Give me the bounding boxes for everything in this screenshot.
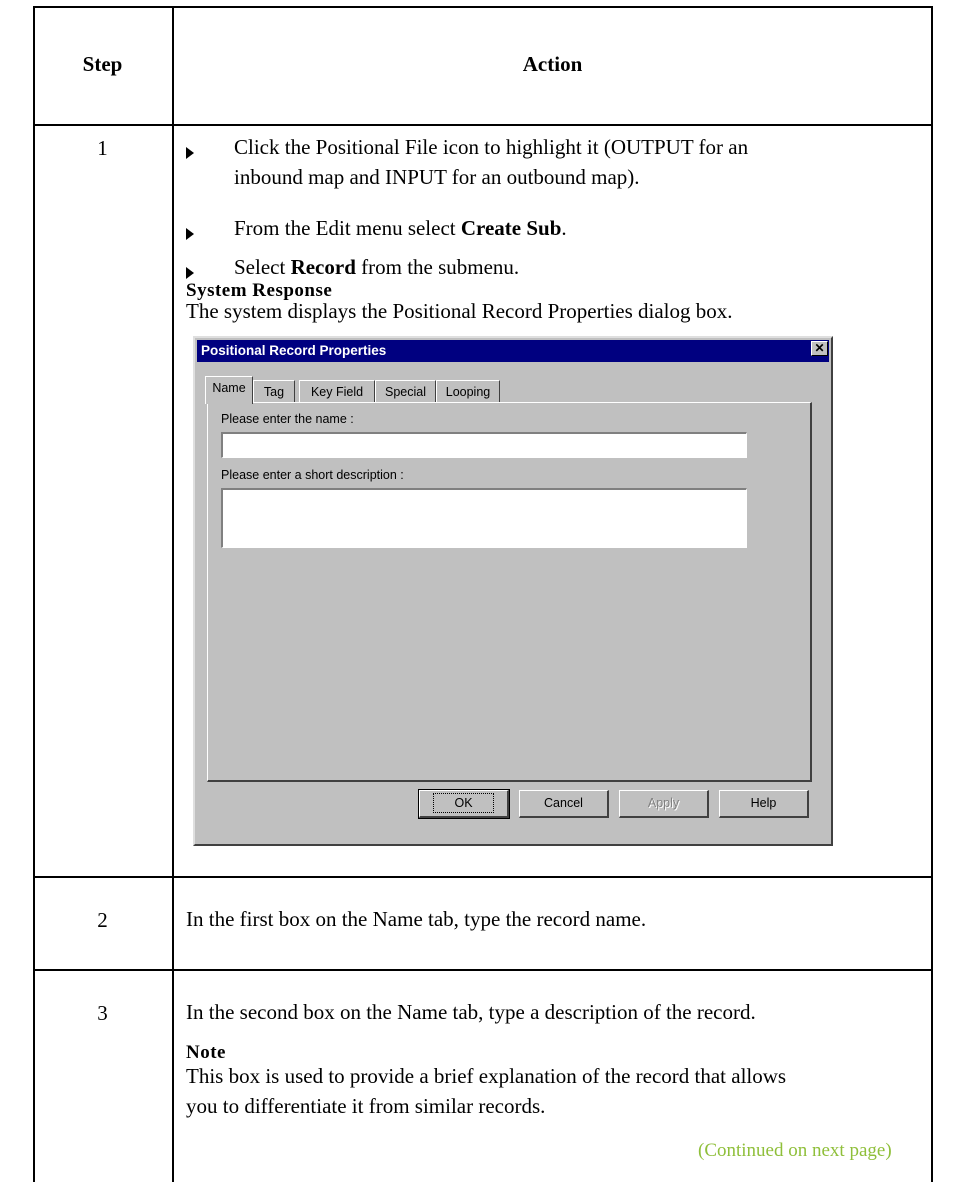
note-text: This box is used to provide a brief expl… xyxy=(186,1064,787,1118)
row-divider xyxy=(33,124,933,126)
bullet-icon xyxy=(186,267,194,279)
ok-button[interactable]: OK xyxy=(418,789,510,819)
tab-panel xyxy=(207,402,812,782)
positional-record-properties-dialog: Positional Record Properties ✕ Name Tag … xyxy=(193,336,833,846)
tab-tag[interactable]: Tag xyxy=(253,380,295,403)
column-header-action: Action xyxy=(522,52,583,76)
tab-special[interactable]: Special xyxy=(375,380,436,403)
description-field[interactable] xyxy=(221,488,747,548)
cancel-button[interactable]: Cancel xyxy=(519,790,609,818)
bullet-icon xyxy=(186,147,194,159)
bullet-icon xyxy=(186,228,194,240)
description-label: Please enter a short description : xyxy=(221,468,404,482)
row-divider xyxy=(33,876,933,878)
step-text: In the second box on the Name tab, type … xyxy=(186,1000,756,1024)
step-number: 2 xyxy=(97,908,108,932)
bullet-text: Click the Positional File icon to highli… xyxy=(234,135,749,189)
dialog-title: Positional Record Properties xyxy=(197,340,829,362)
tab-looping[interactable]: Looping xyxy=(436,380,500,403)
bullet-text: Select Record from the submenu. xyxy=(234,255,520,279)
tab-key-field[interactable]: Key Field xyxy=(299,380,375,403)
step-number: 1 xyxy=(97,136,108,160)
continued-note: (Continued on next page) xyxy=(698,1140,892,1161)
column-header-step: Step xyxy=(82,52,123,76)
step-number: 3 xyxy=(97,1001,108,1025)
name-label: Please enter the name : xyxy=(221,412,354,426)
step-text: In the first box on the Name tab, type t… xyxy=(186,907,647,931)
apply-button[interactable]: Apply xyxy=(619,790,709,818)
bullet-text: From the Edit menu select Create Sub. xyxy=(234,216,567,240)
name-field[interactable] xyxy=(221,432,747,458)
system-response-text: The system displays the Positional Recor… xyxy=(186,299,733,323)
column-divider xyxy=(172,6,174,1182)
close-icon[interactable]: ✕ xyxy=(811,341,828,356)
tab-name[interactable]: Name xyxy=(205,376,253,404)
help-button[interactable]: Help xyxy=(719,790,809,818)
row-divider xyxy=(33,969,933,971)
